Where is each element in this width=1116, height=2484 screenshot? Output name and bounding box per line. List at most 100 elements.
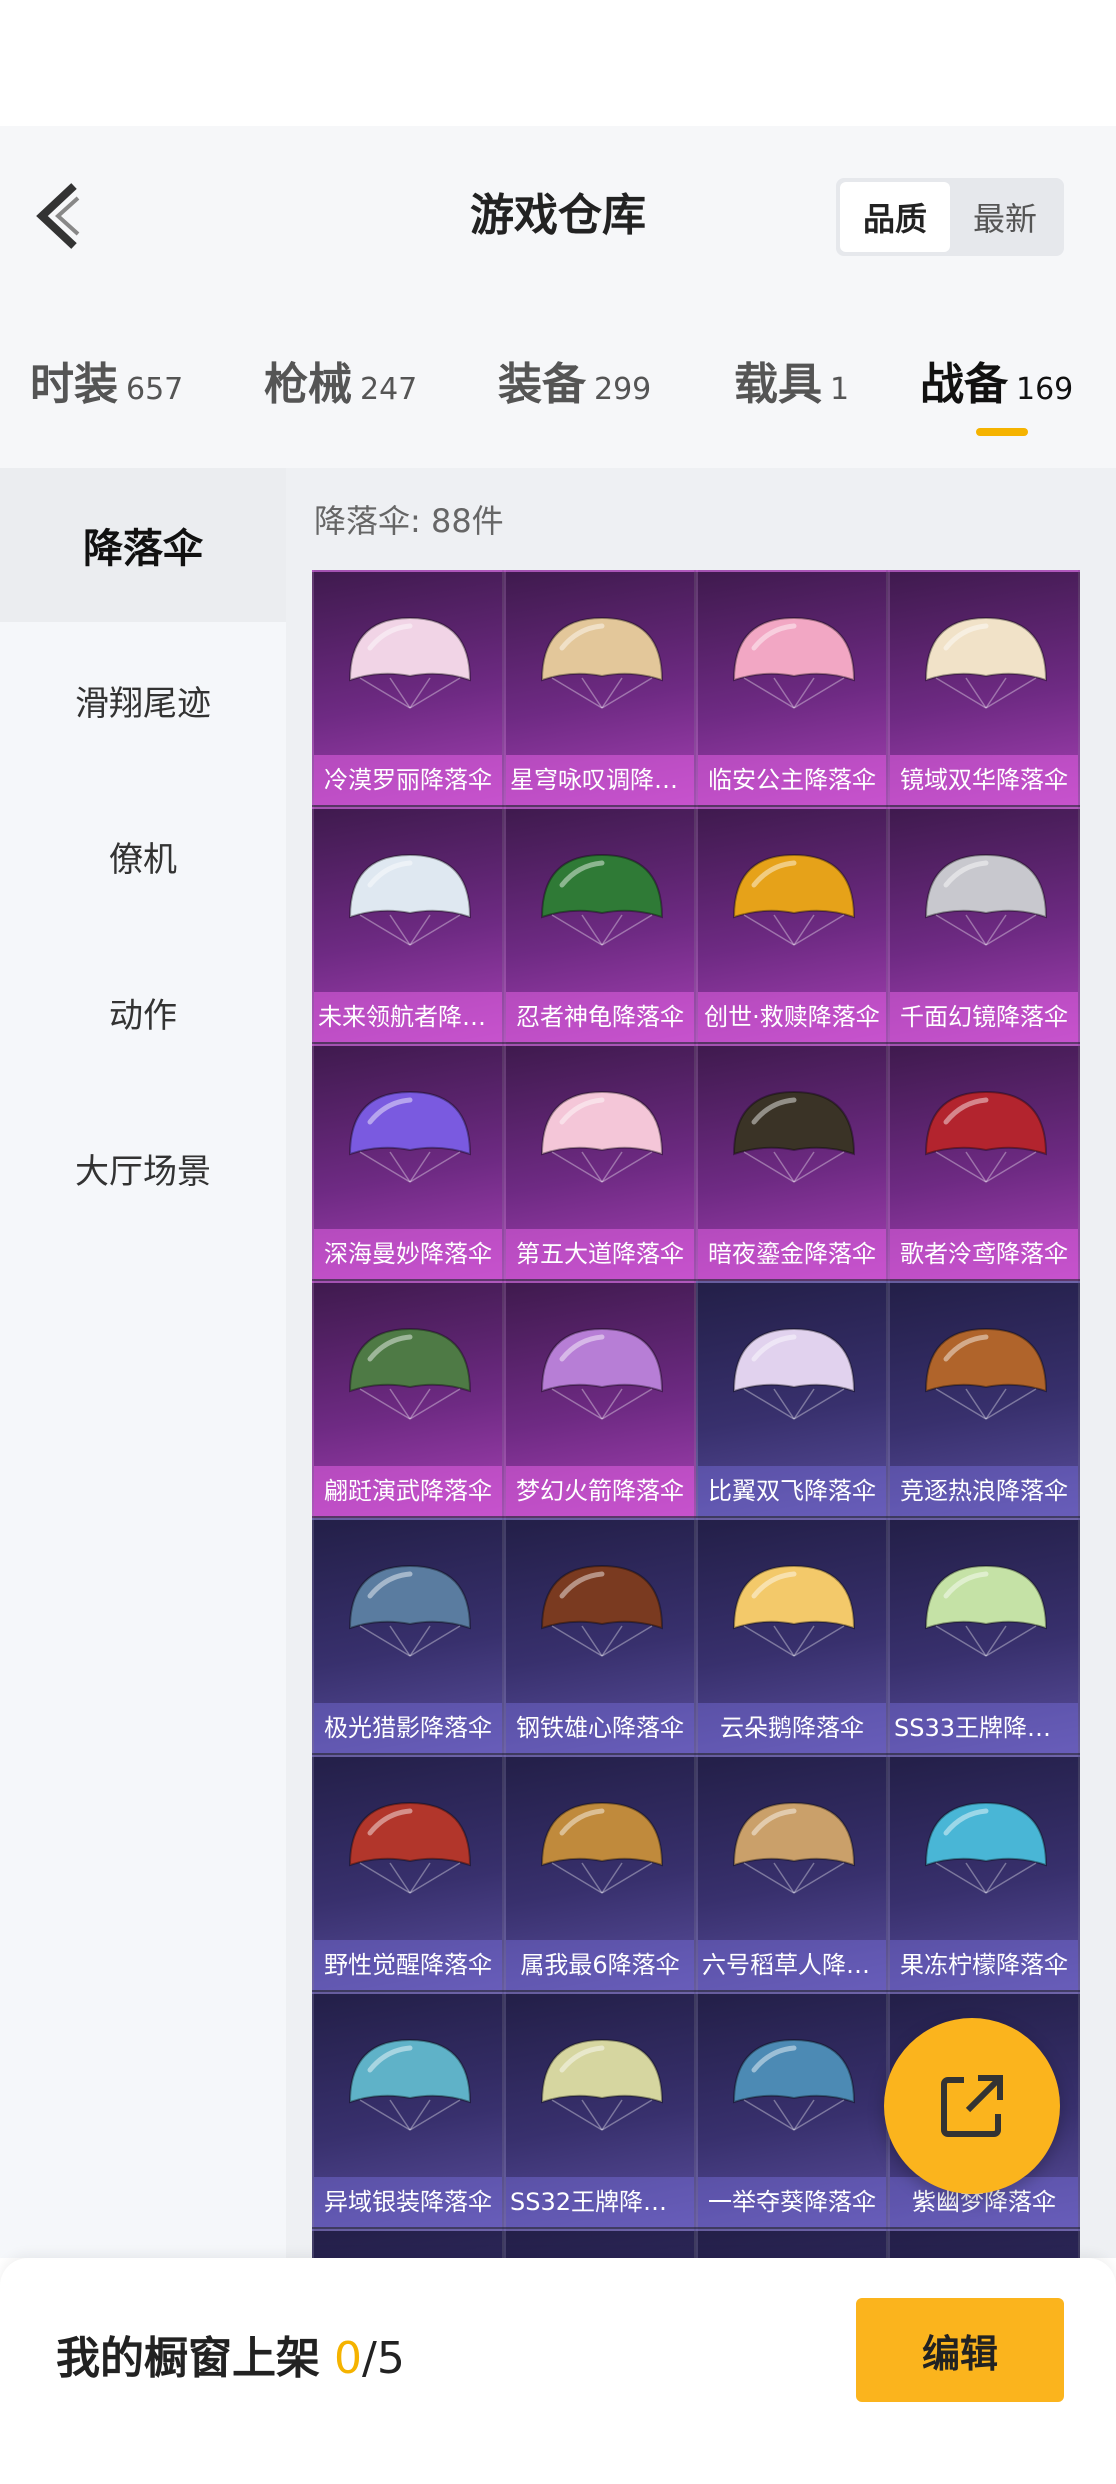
showcase-status: 我的橱窗上架 0 / 5: [56, 2322, 405, 2386]
parachute-icon: [924, 1801, 1048, 1894]
item-panel: 降落伞: 88件 冷漠罗丽降落伞 星穹咏叹调降落伞 临安公主降落伞 镜域双华降落伞 未来…: [286, 468, 1116, 2258]
sidebar-item-parachute[interactable]: 降落伞: [0, 468, 286, 622]
item-card[interactable]: 临安公主降落伞: [696, 570, 888, 807]
tab-count: 1: [830, 372, 850, 407]
tab-count: 299: [594, 372, 652, 407]
item-card[interactable]: 翩跹演武降落伞: [312, 1281, 504, 1518]
item-name: 歌者泠鸢降落伞: [890, 1229, 1078, 1279]
parachute-icon: [540, 1090, 664, 1183]
item-card[interactable]: [696, 2229, 888, 2258]
item-card[interactable]: 未来领航者降落伞: [312, 807, 504, 1044]
item-card[interactable]: [312, 2229, 504, 2258]
status-bar-area: [0, 0, 1116, 126]
parachute-icon: [348, 1801, 472, 1894]
edit-button[interactable]: 编辑: [856, 2298, 1064, 2402]
parachute-icon: [924, 1327, 1048, 1420]
item-card[interactable]: 冷漠罗丽降落伞: [312, 570, 504, 807]
item-name: 异域银装降落伞: [314, 2177, 502, 2227]
item-card[interactable]: SS32王牌降落伞: [504, 1992, 696, 2229]
item-card[interactable]: 竞逐热浪降落伞: [888, 1281, 1080, 1518]
share-external-icon: [941, 2075, 1003, 2137]
showcase-bar: 我的橱窗上架 0 / 5 编辑: [0, 2258, 1116, 2484]
parachute-icon: [348, 853, 472, 946]
item-card[interactable]: 暗夜鎏金降落伞: [696, 1044, 888, 1281]
parachute-icon: [732, 1090, 856, 1183]
parachute-icon: [540, 853, 664, 946]
item-name: 比翼双飞降落伞: [698, 1466, 886, 1516]
item-name: 钢铁雄心降落伞: [506, 1703, 694, 1753]
item-card[interactable]: 比翼双飞降落伞: [696, 1281, 888, 1518]
tab-vehicles[interactable]: 载具 1: [734, 348, 849, 412]
item-name: 野性觉醒降落伞: [314, 1940, 502, 1990]
active-tab-indicator: [976, 428, 1028, 436]
tab-label: 载具: [734, 359, 822, 410]
sidebar-item-emote[interactable]: 动作: [0, 934, 286, 1090]
item-card[interactable]: 创世·救赎降落伞: [696, 807, 888, 1044]
item-card[interactable]: 一举夺葵降落伞: [696, 1992, 888, 2229]
item-card[interactable]: 星穹咏叹调降落伞: [504, 570, 696, 807]
parachute-icon: [924, 853, 1048, 946]
item-card[interactable]: 千面幻镜降落伞: [888, 807, 1080, 1044]
item-card[interactable]: [888, 2229, 1080, 2258]
item-name: 梦幻火箭降落伞: [506, 1466, 694, 1516]
tab-equipment[interactable]: 装备 299: [498, 348, 651, 412]
item-card[interactable]: 深海曼妙降落伞: [312, 1044, 504, 1281]
item-name: 果冻柠檬降落伞: [890, 1940, 1078, 1990]
showcase-separator: /: [362, 2333, 377, 2384]
item-card[interactable]: 第五大道降落伞: [504, 1044, 696, 1281]
item-card[interactable]: [504, 2229, 696, 2258]
item-name: 冷漠罗丽降落伞: [314, 755, 502, 805]
item-card[interactable]: 六号稻草人降落伞: [696, 1755, 888, 1992]
item-name: 镜域双华降落伞: [890, 755, 1078, 805]
category-tabs: 时装 657 枪械 247 装备 299 载具 1 战备 169: [0, 306, 1116, 468]
item-name: 翩跹演武降落伞: [314, 1466, 502, 1516]
parachute-icon: [348, 616, 472, 709]
item-grid: 冷漠罗丽降落伞 星穹咏叹调降落伞 临安公主降落伞 镜域双华降落伞未来领航者降落伞 忍者神…: [312, 570, 1080, 2258]
parachute-icon: [540, 2038, 664, 2131]
tab-label: 时装: [30, 359, 118, 410]
parachute-icon: [540, 616, 664, 709]
item-card[interactable]: 歌者泠鸢降落伞: [888, 1044, 1080, 1281]
item-name: 一举夺葵降落伞: [698, 2177, 886, 2227]
share-button[interactable]: [884, 2018, 1060, 2194]
parachute-icon: [732, 2038, 856, 2131]
item-card[interactable]: 野性觉醒降落伞: [312, 1755, 504, 1992]
item-name: 第五大道降落伞: [506, 1229, 694, 1279]
tab-fashion[interactable]: 时装 657: [30, 348, 183, 412]
tab-firearms[interactable]: 枪械 247: [264, 348, 417, 412]
item-card[interactable]: SS33王牌降落伞: [888, 1518, 1080, 1755]
parachute-icon: [732, 616, 856, 709]
parachute-icon: [348, 1564, 472, 1657]
parachute-icon: [732, 1564, 856, 1657]
item-card[interactable]: 属我最6降落伞: [504, 1755, 696, 1992]
parachute-icon: [732, 1801, 856, 1894]
item-card[interactable]: 云朵鹅降落伞: [696, 1518, 888, 1755]
item-name: 竞逐热浪降落伞: [890, 1466, 1078, 1516]
showcase-total-count: 5: [376, 2333, 405, 2384]
sort-quality-button[interactable]: 品质: [840, 182, 950, 252]
tab-label: 装备: [498, 359, 586, 410]
parachute-icon: [732, 1327, 856, 1420]
item-name: 暗夜鎏金降落伞: [698, 1229, 886, 1279]
item-card[interactable]: 极光猎影降落伞: [312, 1518, 504, 1755]
sort-newest-button[interactable]: 最新: [950, 182, 1060, 252]
tab-combat-gear[interactable]: 战备 169: [920, 348, 1073, 412]
sidebar-item-lobby-scene[interactable]: 大厅场景: [0, 1090, 286, 1246]
parachute-icon: [540, 1564, 664, 1657]
item-name: 千面幻镜降落伞: [890, 992, 1078, 1042]
item-card[interactable]: 异域银装降落伞: [312, 1992, 504, 2229]
item-name: 临安公主降落伞: [698, 755, 886, 805]
item-card[interactable]: 梦幻火箭降落伞: [504, 1281, 696, 1518]
sidebar-item-glide-trail[interactable]: 滑翔尾迹: [0, 622, 286, 778]
item-name: 属我最6降落伞: [506, 1940, 694, 1990]
item-card[interactable]: 钢铁雄心降落伞: [504, 1518, 696, 1755]
subcategory-sidebar: 降落伞 滑翔尾迹 僚机 动作 大厅场景: [0, 468, 286, 2258]
parachute-icon: [540, 1801, 664, 1894]
sort-toggle: 品质 最新: [836, 178, 1064, 256]
sidebar-item-wingman[interactable]: 僚机: [0, 778, 286, 934]
tab-count: 247: [360, 372, 418, 407]
item-card[interactable]: 镜域双华降落伞: [888, 570, 1080, 807]
item-card[interactable]: 果冻柠檬降落伞: [888, 1755, 1080, 1992]
item-card[interactable]: 忍者神龟降落伞: [504, 807, 696, 1044]
tab-count: 657: [126, 372, 184, 407]
